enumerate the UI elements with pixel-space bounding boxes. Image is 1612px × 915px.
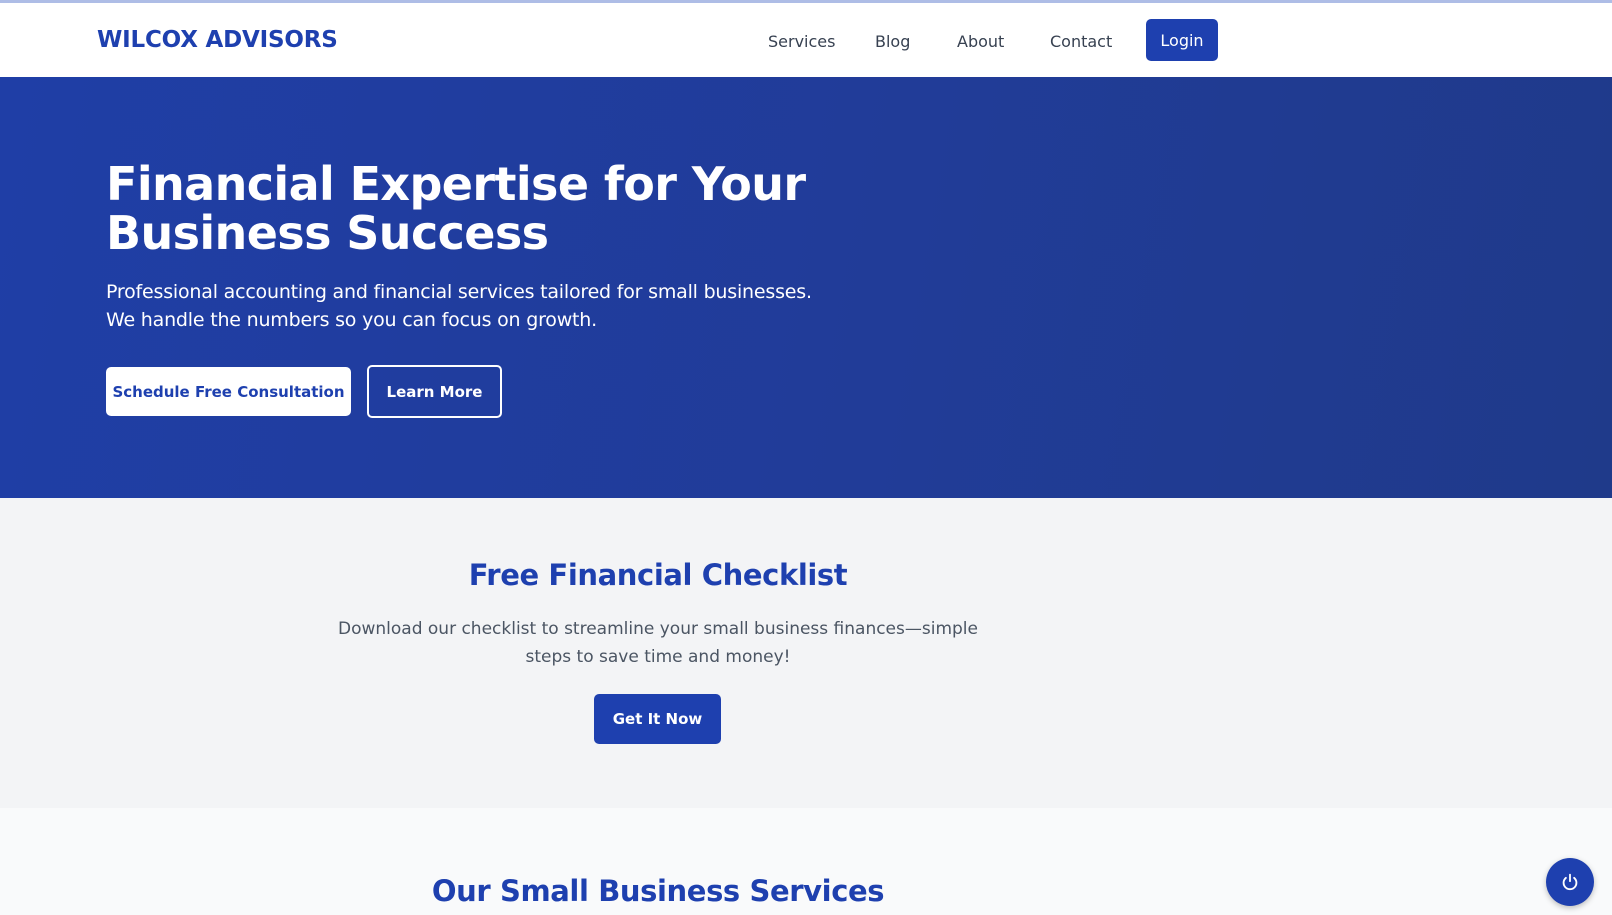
nav-link-services[interactable]: Services [768, 32, 835, 51]
get-it-now-button[interactable]: Get It Now [594, 694, 721, 744]
checklist-title: Free Financial Checklist [468, 558, 848, 592]
hero-subtitle: Professional accounting and financial se… [106, 281, 812, 331]
login-button[interactable]: Login [1146, 19, 1218, 61]
power-icon [1559, 871, 1581, 893]
checklist-description: Download our checklist to streamline you… [337, 619, 978, 667]
nav-link-blog[interactable]: Blog [875, 32, 910, 51]
page: WILCOX ADVISORS Services Blog About Cont… [0, 0, 1612, 915]
services-section: Our Small Business Services [0, 808, 1612, 915]
site-header: WILCOX ADVISORS Services Blog About Cont… [0, 0, 1612, 77]
brand-logo[interactable]: WILCOX ADVISORS [97, 27, 338, 53]
learn-more-button[interactable]: Learn More [367, 365, 502, 418]
nav-link-about[interactable]: About [957, 32, 1004, 51]
nav-link-contact[interactable]: Contact [1050, 32, 1112, 51]
floating-action-button[interactable] [1546, 858, 1594, 906]
checklist-section: Free Financial Checklist Download our ch… [0, 498, 1612, 808]
hero-section: Financial Expertise for Your Business Su… [0, 77, 1612, 498]
schedule-consultation-button[interactable]: Schedule Free Consultation [106, 367, 351, 416]
hero-title: Financial Expertise for Your Business Su… [106, 157, 806, 260]
services-title: Our Small Business Services [431, 874, 885, 908]
